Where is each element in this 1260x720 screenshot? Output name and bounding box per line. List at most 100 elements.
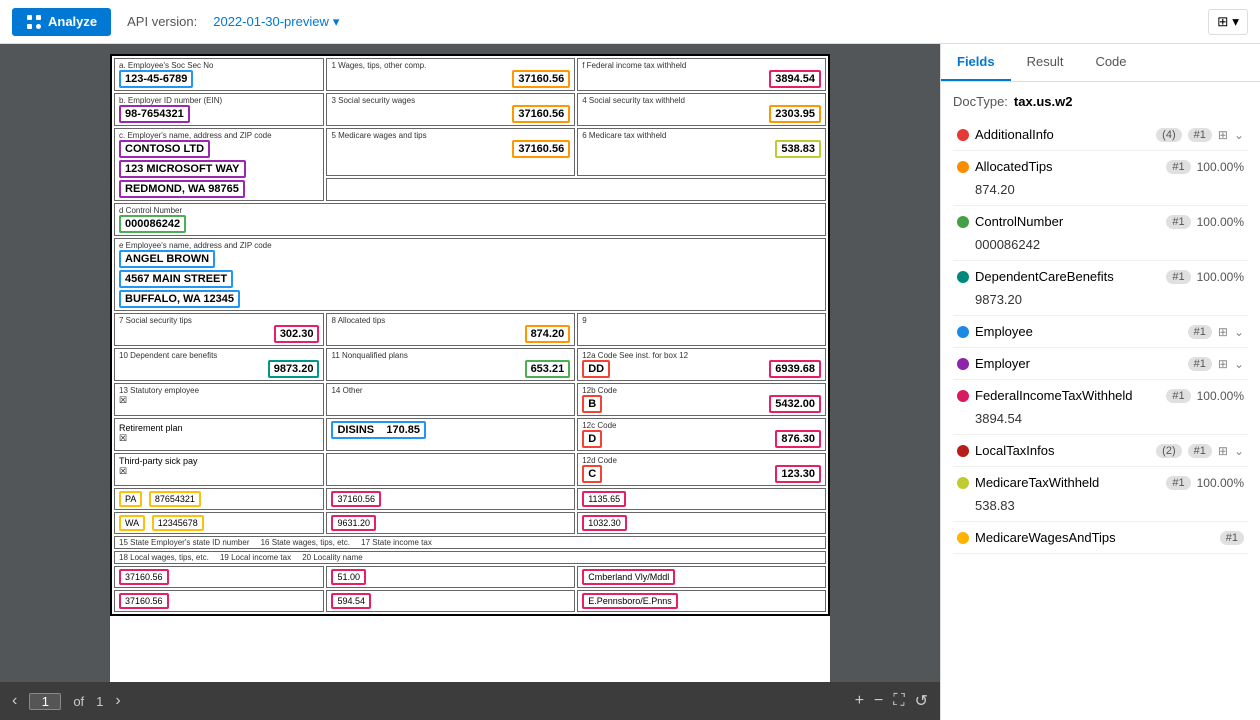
field-value-allocatedtips: 874.20 bbox=[953, 180, 1248, 203]
field-header-employer[interactable]: Employer #1 ⊞ ⌄ bbox=[953, 350, 1248, 377]
field-badge-additionalinfo: (4) bbox=[1156, 128, 1181, 142]
state2-value: WA bbox=[119, 515, 145, 531]
control-number-value: 000086242 bbox=[119, 215, 186, 233]
medicare-wages-value: 37160.56 bbox=[512, 140, 570, 158]
field-item-employee: Employee #1 ⊞ ⌄ bbox=[953, 318, 1248, 345]
panel-tabs: Fields Result Code bbox=[941, 44, 1260, 82]
panel-content: DocType: tax.us.w2 AdditionalInfo (4) #1… bbox=[941, 82, 1260, 720]
state1-ein-value: 87654321 bbox=[149, 491, 201, 507]
allocated-tips-value: 874.20 bbox=[525, 325, 571, 343]
box12a-code-value: DD bbox=[582, 360, 610, 378]
local-tax1-value: 51.00 bbox=[331, 569, 366, 585]
field-name-localtaxinfos: LocalTaxInfos bbox=[975, 443, 1150, 458]
field-item-controlnumber: ControlNumber #1 100.00% 000086242 bbox=[953, 208, 1248, 258]
field-header-dependentcarebenefits[interactable]: DependentCareBenefits #1 100.00% bbox=[953, 263, 1248, 290]
zoom-out-button[interactable]: − bbox=[874, 692, 883, 710]
layers-icon: ⊞ bbox=[1217, 14, 1228, 30]
field-dot-medicaretaxwithheld bbox=[957, 477, 969, 489]
field-name-additionalinfo: AdditionalInfo bbox=[975, 127, 1150, 142]
doctype-label: DocType: bbox=[953, 94, 1008, 109]
field-hash-medicaretaxwithheld: #1 bbox=[1166, 476, 1190, 490]
chevron-down-icon: ▾ bbox=[333, 14, 340, 30]
page-total-label: 1 bbox=[96, 694, 103, 709]
field-name-dependentcarebenefits: DependentCareBenefits bbox=[975, 269, 1160, 284]
api-version-label: API version: bbox=[127, 14, 197, 29]
state-tax2-value: 1032.30 bbox=[582, 515, 627, 531]
state-wages2-value: 9631.20 bbox=[331, 515, 376, 531]
doctype-value: tax.us.w2 bbox=[1014, 94, 1073, 109]
analyze-icon bbox=[26, 14, 42, 30]
local-wages1-value: 37160.56 bbox=[119, 569, 169, 585]
employer-city-value: REDMOND, WA 98765 bbox=[119, 180, 245, 198]
box12d-code-value: C bbox=[582, 465, 602, 483]
prev-page-button[interactable]: ‹ bbox=[12, 692, 17, 710]
field-hash-federalincometaxwithheld: #1 bbox=[1166, 389, 1190, 403]
employee-city-value: BUFFALO, WA 12345 bbox=[119, 290, 240, 308]
box12c-code-value: D bbox=[582, 430, 602, 448]
tab-code[interactable]: Code bbox=[1079, 44, 1142, 81]
fit-page-button[interactable]: ⛶ bbox=[893, 692, 904, 710]
doctype-row: DocType: tax.us.w2 bbox=[953, 94, 1248, 109]
field-confidence-dependentcarebenefits: 100.00% bbox=[1197, 270, 1244, 284]
field-header-medicaretaxwithheld[interactable]: MedicareTaxWithheld #1 100.00% bbox=[953, 469, 1248, 496]
field-confidence-medicaretaxwithheld: 100.00% bbox=[1197, 476, 1244, 490]
state1-value: PA bbox=[119, 491, 142, 507]
field-item-localtaxinfos: LocalTaxInfos (2) #1 ⊞ ⌄ bbox=[953, 437, 1248, 464]
api-version-select[interactable]: 2022-01-30-preview ▾ bbox=[213, 14, 339, 30]
document-canvas[interactable]: a. Employee's Soc Sec No 123-45-6789 1 W… bbox=[0, 44, 940, 682]
local-tax2-value: 594.54 bbox=[331, 593, 371, 609]
field-dot-federalincometaxwithheld bbox=[957, 390, 969, 402]
field-item-employer: Employer #1 ⊞ ⌄ bbox=[953, 350, 1248, 377]
field-name-allocatedtips: AllocatedTips bbox=[975, 159, 1160, 174]
layers-button[interactable]: ⊞ ▾ bbox=[1208, 9, 1248, 35]
field-dot-employee bbox=[957, 326, 969, 338]
medicare-tax-value: 538.83 bbox=[775, 140, 821, 158]
zoom-in-button[interactable]: + bbox=[855, 692, 864, 710]
page-number-input[interactable] bbox=[29, 693, 61, 710]
analyze-label: Analyze bbox=[48, 14, 97, 29]
field-dot-medicarewagesandtips bbox=[957, 532, 969, 544]
field-item-allocatedtips: AllocatedTips #1 100.00% 874.20 bbox=[953, 153, 1248, 203]
toolbar: Analyze API version: 2022-01-30-preview … bbox=[0, 0, 1260, 44]
box12c-amount-value: 876.30 bbox=[775, 430, 821, 448]
field-header-localtaxinfos[interactable]: LocalTaxInfos (2) #1 ⊞ ⌄ bbox=[953, 437, 1248, 464]
field-name-controlnumber: ControlNumber bbox=[975, 214, 1160, 229]
reset-view-button[interactable]: ↺ bbox=[915, 691, 928, 711]
field-header-federalincometaxwithheld[interactable]: FederalIncomeTaxWithheld #1 100.00% bbox=[953, 382, 1248, 409]
field-item-additionalinfo: AdditionalInfo (4) #1 ⊞ ⌄ bbox=[953, 121, 1248, 148]
field-table-icon-additionalinfo: ⊞ bbox=[1218, 128, 1228, 142]
field-hash-additionalinfo: #1 bbox=[1188, 128, 1212, 142]
ss-tax-value: 2303.95 bbox=[769, 105, 821, 123]
ss-wages-value: 37160.56 bbox=[512, 105, 570, 123]
state-wages1-value: 37160.56 bbox=[331, 491, 381, 507]
field-dot-allocatedtips bbox=[957, 161, 969, 173]
wages-value: 37160.56 bbox=[512, 70, 570, 88]
field-header-employee[interactable]: Employee #1 ⊞ ⌄ bbox=[953, 318, 1248, 345]
field-hash-allocatedtips: #1 bbox=[1166, 160, 1190, 174]
document-viewer: a. Employee's Soc Sec No 123-45-6789 1 W… bbox=[0, 44, 940, 720]
field-hash-dependentcarebenefits: #1 bbox=[1166, 270, 1190, 284]
employee-address-value: 4567 MAIN STREET bbox=[119, 270, 233, 288]
field-header-additionalinfo[interactable]: AdditionalInfo (4) #1 ⊞ ⌄ bbox=[953, 121, 1248, 148]
next-page-button[interactable]: › bbox=[115, 692, 120, 710]
field-header-controlnumber[interactable]: ControlNumber #1 100.00% bbox=[953, 208, 1248, 235]
tab-fields[interactable]: Fields bbox=[941, 44, 1011, 81]
field-hash-medicarewagesandtips: #1 bbox=[1220, 531, 1244, 545]
document-image: a. Employee's Soc Sec No 123-45-6789 1 W… bbox=[110, 54, 830, 682]
field-header-medicarewagesandtips[interactable]: MedicareWagesAndTips #1 bbox=[953, 524, 1248, 551]
state-tax1-value: 1135.65 bbox=[582, 491, 626, 507]
analyze-button[interactable]: Analyze bbox=[12, 8, 111, 36]
doc-toolbar-right: + − ⛶ ↺ bbox=[855, 691, 928, 711]
right-panel: Fields Result Code DocType: tax.us.w2 Ad… bbox=[940, 44, 1260, 720]
locality1-value: Cmberland Vly/Mddl bbox=[582, 569, 675, 585]
field-table-icon-employer: ⊞ bbox=[1218, 357, 1228, 371]
layers-chevron-icon: ▾ bbox=[1232, 14, 1239, 30]
federal-tax-value: 3894.54 bbox=[769, 70, 821, 88]
field-header-allocatedtips[interactable]: AllocatedTips #1 100.00% bbox=[953, 153, 1248, 180]
field-dot-employer bbox=[957, 358, 969, 370]
field-hash-employee: #1 bbox=[1188, 325, 1212, 339]
field-chevron-localtaxinfos: ⌄ bbox=[1234, 444, 1244, 458]
tab-result[interactable]: Result bbox=[1011, 44, 1080, 81]
field-value-federalincometaxwithheld: 3894.54 bbox=[953, 409, 1248, 432]
employer-address-value: 123 MICROSOFT WAY bbox=[119, 160, 246, 178]
